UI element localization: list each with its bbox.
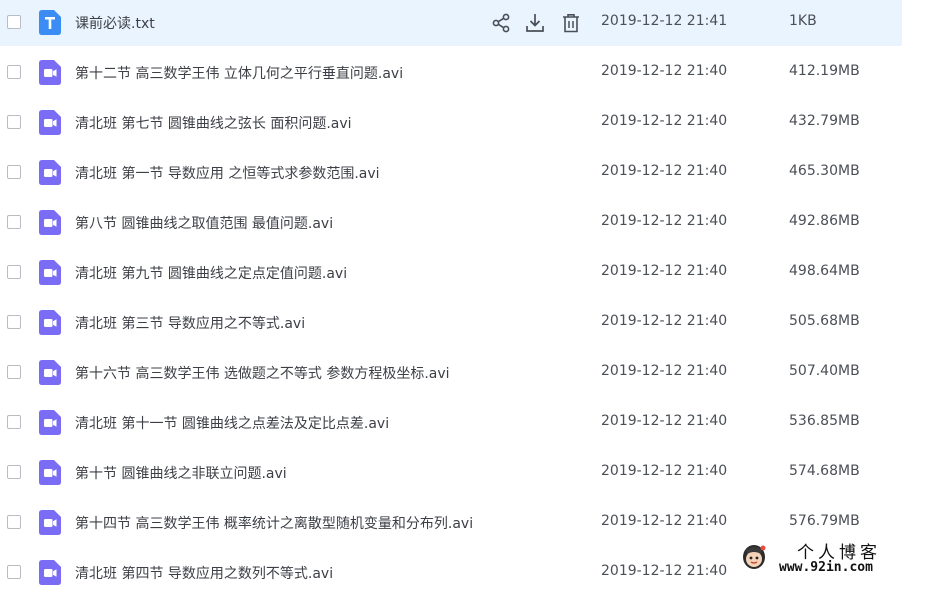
video-file-icon — [39, 410, 61, 435]
file-size: 498.64MB — [789, 263, 860, 279]
file-name[interactable]: 清北班 第三节 导数应用之不等式.avi — [75, 313, 305, 333]
video-file-icon — [39, 360, 61, 385]
file-name[interactable]: 清北班 第一节 导数应用 之恒等式求参数范围.avi — [75, 163, 380, 183]
video-file-icon — [39, 60, 61, 85]
file-size: 1KB — [789, 13, 817, 29]
file-date: 2019-12-12 21:40 — [601, 563, 728, 579]
file-name[interactable]: 清北班 第十一节 圆锥曲线之点差法及定比点差.avi — [75, 413, 389, 433]
row-checkbox[interactable] — [7, 115, 21, 129]
file-row[interactable]: 清北班 第三节 导数应用之不等式.avi 2019-12-12 21:40 505.… — [0, 300, 902, 346]
row-checkbox[interactable] — [7, 515, 21, 529]
video-file-icon — [39, 510, 61, 535]
row-checkbox[interactable] — [7, 15, 21, 29]
file-row[interactable]: 第十二节 高三数学王伟 立体几何之平行垂直问题.avi 2019-12-12 21… — [0, 50, 902, 96]
file-row[interactable]: 清北班 第九节 圆锥曲线之定点定值问题.avi 2019-12-12 21:40 4… — [0, 250, 902, 296]
row-checkbox[interactable] — [7, 165, 21, 179]
file-name[interactable]: 第十二节 高三数学王伟 立体几何之平行垂直问题.avi — [75, 63, 403, 83]
row-checkbox[interactable] — [7, 65, 21, 79]
file-row[interactable]: 第十节 圆锥曲线之非联立问题.avi 2019-12-12 21:40 574.68… — [0, 450, 902, 496]
file-row[interactable]: 清北班 第十一节 圆锥曲线之点差法及定比点差.avi 2019-12-12 21:… — [0, 400, 902, 446]
watermark-url: www.92in.com — [779, 560, 873, 575]
row-checkbox[interactable] — [7, 215, 21, 229]
file-date: 2019-12-12 21:40 — [601, 213, 728, 229]
file-name[interactable]: 第八节 圆锥曲线之取值范围 最值问题.avi — [75, 213, 333, 233]
file-row[interactable]: 第八节 圆锥曲线之取值范围 最值问题.avi 2019-12-12 21:40 49… — [0, 200, 902, 246]
video-file-icon — [39, 160, 61, 185]
file-date: 2019-12-12 21:40 — [601, 513, 728, 529]
file-date: 2019-12-12 21:40 — [601, 463, 728, 479]
file-name[interactable]: 第十节 圆锥曲线之非联立问题.avi — [75, 463, 287, 483]
file-date: 2019-12-12 21:40 — [601, 313, 728, 329]
file-name[interactable]: 清北班 第四节 导数应用之数列不等式.avi — [75, 563, 333, 583]
file-size: 432.79MB — [789, 113, 860, 129]
file-row[interactable]: 清北班 第一节 导数应用 之恒等式求参数范围.avi 2019-12-12 21:… — [0, 150, 902, 196]
file-row[interactable]: 第十六节 高三数学王伟 选做题之不等式 参数方程极坐标.avi 2019-12-1… — [0, 350, 902, 396]
file-size: 574.68MB — [789, 463, 860, 479]
file-size: 507.40MB — [789, 363, 860, 379]
watermark: 个人博客 www.92in.com — [733, 538, 931, 580]
file-name[interactable]: 清北班 第九节 圆锥曲线之定点定值问题.avi — [75, 263, 347, 283]
video-file-icon — [39, 260, 61, 285]
file-name[interactable]: 清北班 第七节 圆锥曲线之弦长 面积问题.avi — [75, 113, 352, 133]
file-size: 536.85MB — [789, 413, 860, 429]
file-date: 2019-12-12 21:40 — [601, 113, 728, 129]
file-size: 576.79MB — [789, 513, 860, 529]
watermark-logo-icon — [743, 545, 766, 569]
row-checkbox[interactable] — [7, 265, 21, 279]
file-name[interactable]: 第十六节 高三数学王伟 选做题之不等式 参数方程极坐标.avi — [75, 363, 450, 383]
file-size: 492.86MB — [789, 213, 860, 229]
video-file-icon — [39, 310, 61, 335]
file-row[interactable]: 清北班 第七节 圆锥曲线之弦长 面积问题.avi 2019-12-12 21:40… — [0, 100, 902, 146]
file-date: 2019-12-12 21:40 — [601, 63, 728, 79]
txt-file-icon — [39, 10, 61, 35]
video-file-icon — [39, 210, 61, 235]
file-size: 505.68MB — [789, 313, 860, 329]
file-date: 2019-12-12 21:40 — [601, 263, 728, 279]
file-date: 2019-12-12 21:40 — [601, 363, 728, 379]
share-icon[interactable] — [490, 12, 512, 34]
file-size: 412.19MB — [789, 63, 860, 79]
trash-icon[interactable] — [560, 12, 582, 34]
file-name[interactable]: 课前必读.txt — [75, 13, 155, 33]
video-file-icon — [39, 110, 61, 135]
file-size: 465.30MB — [789, 163, 860, 179]
video-file-icon — [39, 460, 61, 485]
download-icon[interactable] — [524, 12, 546, 34]
file-date: 2019-12-12 21:41 — [601, 13, 728, 29]
row-checkbox[interactable] — [7, 415, 21, 429]
file-name[interactable]: 第十四节 高三数学王伟 概率统计之离散型随机变量和分布列.avi — [75, 513, 473, 533]
row-checkbox[interactable] — [7, 465, 21, 479]
row-checkbox[interactable] — [7, 565, 21, 579]
video-file-icon — [39, 560, 61, 585]
file-date: 2019-12-12 21:40 — [601, 413, 728, 429]
file-row[interactable]: 课前必读.txt 2019-12-12 21:41 1KB — [0, 0, 902, 46]
row-checkbox[interactable] — [7, 315, 21, 329]
row-checkbox[interactable] — [7, 365, 21, 379]
file-date: 2019-12-12 21:40 — [601, 163, 728, 179]
